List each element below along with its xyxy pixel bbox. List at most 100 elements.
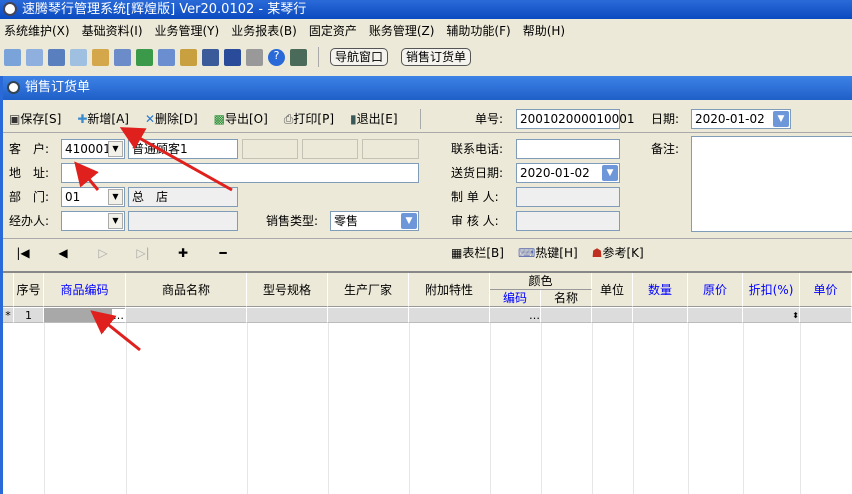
chevron-down-icon[interactable]: ▼ bbox=[602, 165, 618, 181]
row-indicator-header bbox=[3, 273, 14, 307]
col-original-price[interactable]: 原价 bbox=[688, 273, 743, 307]
spinner-icon[interactable]: ⬍ bbox=[792, 311, 799, 320]
col-color[interactable]: 颜色 bbox=[490, 273, 592, 290]
col-discount[interactable]: 折扣(%) bbox=[743, 273, 800, 307]
original-price-cell[interactable] bbox=[688, 308, 743, 323]
next-record-button[interactable]: ▷ bbox=[83, 246, 123, 260]
grid-line bbox=[328, 323, 329, 494]
manufacturer-cell[interactable] bbox=[328, 308, 409, 323]
product-name-cell[interactable] bbox=[126, 308, 247, 323]
calculator-icon[interactable] bbox=[202, 48, 219, 66]
dept-code-field[interactable]: 01 ▼ bbox=[61, 187, 125, 207]
ellipsis-button[interactable]: … bbox=[112, 309, 125, 322]
chevron-down-icon[interactable]: ▼ bbox=[401, 213, 417, 229]
hotkeys-button[interactable]: ⌨热键[H] bbox=[518, 244, 578, 261]
list-icon[interactable] bbox=[26, 48, 43, 66]
delete-button[interactable]: ✕删除[D] bbox=[145, 110, 198, 127]
color-name-cell[interactable] bbox=[541, 308, 592, 323]
color-code-cell[interactable]: … bbox=[490, 308, 541, 323]
unit-cell[interactable] bbox=[592, 308, 633, 323]
chevron-down-icon[interactable]: ▼ bbox=[108, 141, 123, 157]
add-row-button[interactable]: ✚ bbox=[163, 246, 203, 260]
sales-type-select[interactable]: 零售 ▼ bbox=[330, 211, 419, 231]
chevron-down-icon[interactable]: ▼ bbox=[773, 111, 789, 127]
nav-window-button[interactable]: 导航窗口 bbox=[330, 48, 389, 66]
phone-field[interactable] bbox=[516, 139, 620, 159]
menu-tools[interactable]: 辅助功能(F) bbox=[446, 20, 510, 42]
quantity-cell[interactable] bbox=[633, 308, 688, 323]
customer-code-field[interactable]: 410001 ▼ bbox=[61, 139, 125, 159]
menu-accounts[interactable]: 账务管理(Z) bbox=[369, 20, 435, 42]
document-icon[interactable] bbox=[180, 48, 197, 66]
menu-bar: 系统维护(X) 基础资料(I) 业务管理(Y) 业务报表(B) 固定资产 账务管… bbox=[0, 20, 852, 42]
date-label: 日期: bbox=[651, 112, 680, 126]
export-label: 导出[O] bbox=[224, 112, 268, 126]
help-icon[interactable]: ? bbox=[268, 48, 285, 66]
col-manufacturer[interactable]: 生产厂家 bbox=[328, 273, 409, 307]
phone-label: 联系电话: bbox=[451, 142, 504, 156]
menu-system[interactable]: 系统维护(X) bbox=[4, 20, 70, 42]
col-product-name[interactable]: 商品名称 bbox=[126, 273, 247, 307]
remove-row-button[interactable]: ━ bbox=[203, 246, 243, 260]
col-index[interactable]: 序号 bbox=[14, 273, 44, 307]
col-unit-price[interactable]: 单价 bbox=[800, 273, 852, 307]
exit-button[interactable]: ▮退出[E] bbox=[350, 110, 398, 127]
chevron-down-icon[interactable]: ▼ bbox=[108, 213, 123, 229]
prev-record-button[interactable]: ◀ bbox=[43, 246, 83, 260]
save-button[interactable]: ▣保存[S] bbox=[9, 110, 61, 127]
window-title: 销售订货单 bbox=[25, 80, 91, 95]
customer-name-field[interactable]: 普通顾客1 bbox=[128, 139, 238, 159]
col-model[interactable]: 型号规格 bbox=[247, 273, 328, 307]
chart-icon[interactable] bbox=[114, 48, 131, 66]
ellipsis-button[interactable]: … bbox=[529, 309, 540, 322]
chevron-down-icon[interactable]: ▼ bbox=[108, 189, 123, 205]
menu-business[interactable]: 业务管理(Y) bbox=[155, 20, 220, 42]
grid-nav-toolbar: |◀ ◀ ▷ ▷| ✚ ━ ▦表栏[B] ⌨热键[H] ☗参考[K] bbox=[3, 238, 852, 266]
coins-icon[interactable] bbox=[92, 48, 109, 66]
product-code-cell[interactable]: … bbox=[44, 308, 126, 323]
dept-name-field: 总 店 bbox=[128, 187, 238, 207]
customer-extra-2 bbox=[302, 139, 358, 159]
menu-basic-data[interactable]: 基础资料(I) bbox=[82, 20, 143, 42]
col-product-code[interactable]: 商品编码 bbox=[44, 273, 126, 307]
app-icon bbox=[3, 2, 17, 16]
unit-price-cell[interactable] bbox=[800, 308, 852, 323]
col-color-name[interactable]: 名称 bbox=[541, 290, 592, 307]
sales-order-button[interactable]: 销售订货单 bbox=[401, 48, 472, 66]
col-unit[interactable]: 单位 bbox=[592, 273, 633, 307]
grid-icon[interactable] bbox=[4, 48, 21, 66]
columns-label: 表栏[B] bbox=[462, 246, 504, 260]
col-quantity[interactable]: 数量 bbox=[633, 273, 688, 307]
columns-button[interactable]: ▦表栏[B] bbox=[451, 244, 504, 261]
col-color-code[interactable]: 编码 bbox=[490, 290, 541, 307]
network-icon[interactable] bbox=[158, 48, 175, 66]
delivery-date-picker[interactable]: 2020-01-02 ▼ bbox=[516, 163, 620, 183]
first-record-button[interactable]: |◀ bbox=[3, 246, 43, 260]
model-cell[interactable] bbox=[247, 308, 328, 323]
last-record-button[interactable]: ▷| bbox=[123, 246, 163, 260]
discount-cell[interactable]: ⬍ bbox=[743, 308, 800, 323]
search-icon[interactable] bbox=[70, 48, 87, 66]
menu-help[interactable]: 帮助(H) bbox=[523, 20, 565, 42]
print-button[interactable]: ⎙打印[P] bbox=[284, 110, 334, 127]
export-button[interactable]: ▩导出[O] bbox=[214, 110, 268, 127]
menu-fixed-assets[interactable]: 固定资产 bbox=[309, 20, 357, 42]
menu-reports[interactable]: 业务报表(B) bbox=[231, 20, 297, 42]
save-icon[interactable] bbox=[224, 48, 241, 66]
printer-icon[interactable] bbox=[246, 48, 263, 66]
reference-button[interactable]: ☗参考[K] bbox=[592, 244, 644, 261]
auditor-field bbox=[516, 211, 620, 231]
address-field[interactable] bbox=[61, 163, 419, 183]
date-picker[interactable]: 2020-01-02 ▼ bbox=[691, 109, 791, 129]
window-icon[interactable] bbox=[48, 48, 65, 66]
remark-field[interactable] bbox=[691, 136, 852, 232]
order-no-field[interactable]: 200102000010001 bbox=[516, 109, 635, 129]
exit-label: 退出[E] bbox=[356, 112, 398, 126]
col-attributes[interactable]: 附加特性 bbox=[409, 273, 490, 307]
exit-icon[interactable] bbox=[290, 48, 307, 66]
users-icon[interactable] bbox=[136, 48, 153, 66]
attributes-cell[interactable] bbox=[409, 308, 490, 323]
add-button[interactable]: ✚新增[A] bbox=[77, 110, 129, 127]
grid-line bbox=[743, 323, 744, 494]
handler-field[interactable]: ▼ bbox=[61, 211, 125, 231]
